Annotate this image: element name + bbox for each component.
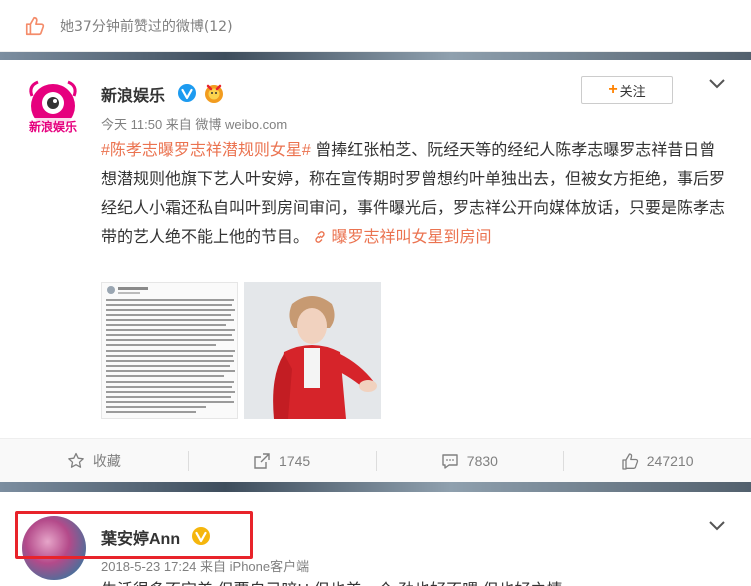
plus-icon: + — [608, 81, 618, 98]
avatar-brand-text: 新浪娱乐 — [29, 119, 77, 134]
like-notice-bar[interactable]: 她37分钟前赞过的微博(12) — [0, 0, 751, 52]
weibo-post-card: 新浪娱乐 新浪娱乐 + 关注 今天 11:50 来自 微博 weibo.com … — [0, 60, 751, 482]
author-name-2[interactable]: 葉安婷Ann — [101, 525, 180, 549]
verified-v-icon — [178, 84, 196, 102]
author-name[interactable]: 新浪娱乐 — [101, 82, 165, 106]
post-content: #陈孝志曝罗志祥潜规则女星# 曾捧红张柏芝、阮经天等的经纪人陈孝志曝罗志祥昔日曾… — [101, 136, 729, 252]
user-avatar[interactable] — [22, 516, 86, 580]
comment-count: 7830 — [466, 452, 498, 469]
like-count: 247210 — [646, 452, 694, 469]
web-link[interactable]: 曝罗志祥叫女星到房间 — [313, 229, 491, 246]
web-link-label: 曝罗志祥叫女星到房间 — [331, 229, 492, 246]
like-button[interactable]: 247210 — [563, 439, 751, 482]
favorite-label: 收藏 — [92, 452, 121, 469]
sina-ent-avatar[interactable]: 新浪娱乐 — [22, 76, 84, 138]
post-image-photo[interactable] — [244, 282, 381, 419]
link-icon — [315, 231, 326, 243]
comment-button[interactable]: 7830 — [375, 439, 564, 482]
topic-link[interactable]: #陈孝志曝罗志祥潜规则女星# — [101, 142, 311, 159]
notice-text: 她37分钟前赞过的微博(12) — [60, 18, 233, 35]
star-icon — [68, 452, 84, 468]
post-meta: 今天 11:50 来自 微博 weibo.com — [101, 117, 288, 132]
thumbs-up-icon — [25, 16, 45, 35]
post-image-text-screenshot[interactable] — [101, 282, 238, 419]
repost-button[interactable]: 1745 — [187, 439, 376, 482]
post-action-bar: 收藏 1745 7830 247210 — [0, 438, 751, 482]
repost-icon — [254, 452, 270, 469]
member-badge-icon[interactable] — [203, 82, 225, 104]
weibo-post-card-2: 葉安婷Ann 2018-5-23 17:24 来自 iPhone客户端 生活很多… — [0, 492, 751, 586]
photo-graphic — [244, 282, 381, 419]
background-strip — [0, 482, 751, 492]
post-content-2-peek: 生活很多不完美 但要自己喑Ц 但也美一个 劲也好不喂 但也好之情 — [101, 576, 563, 586]
post-meta-2: 2018-5-23 17:24 来自 iPhone客户端 — [101, 559, 310, 574]
repost-count: 1745 — [279, 452, 311, 469]
verified-v-icon — [192, 527, 210, 545]
chevron-down-icon[interactable] — [708, 520, 726, 532]
favorite-button[interactable]: 收藏 — [0, 439, 188, 482]
thumbs-up-icon — [622, 452, 638, 470]
comment-icon — [442, 453, 458, 469]
background-strip — [0, 52, 751, 60]
follow-label: 关注 — [619, 83, 646, 99]
follow-button[interactable]: + 关注 — [581, 76, 673, 104]
text-screenshot-graphic — [106, 286, 235, 413]
chevron-down-icon[interactable] — [708, 78, 726, 90]
